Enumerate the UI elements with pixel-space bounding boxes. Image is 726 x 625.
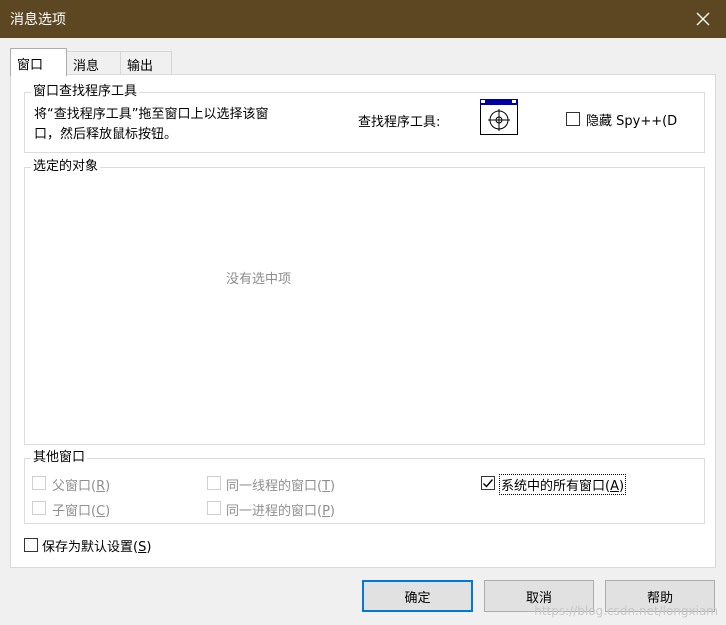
other-windows-label: 其他窗口: [31, 450, 88, 466]
same-thread-checkbox[interactable]: [207, 476, 221, 490]
child-window-checkbox[interactable]: [32, 501, 46, 515]
finder-instructions: 将“查找程序工具”拖至窗口上以选择该窗 口，然后释放鼠标按钮。: [34, 105, 268, 145]
hide-spy-label: 隐藏 Spy++(D: [586, 114, 678, 129]
finder-group-label: 窗口查找程序工具: [31, 84, 140, 100]
title-bar: 消息选项: [0, 0, 726, 38]
all-system-windows-label: 系统中的所有窗口(A): [499, 474, 627, 495]
empty-selection-text: 没有选中项: [226, 272, 292, 287]
watermark: https://blog.csdn.net/longxiam: [534, 604, 718, 618]
finder-instructions-line1: 将“查找程序工具”拖至窗口上以选择该窗: [34, 107, 269, 122]
finder-group: 窗口查找程序工具 将“查找程序工具”拖至窗口上以选择该窗 口，然后释放鼠标按钮。…: [24, 84, 705, 153]
selected-object-label: 选定的对象: [31, 159, 101, 175]
finder-tool-label: 查找程序工具:: [358, 115, 441, 130]
child-window-label: 子窗口(C): [52, 504, 111, 519]
tab-output-label: 输出: [127, 59, 154, 74]
all-system-windows-checkbox[interactable]: [481, 476, 495, 490]
checkmark-icon: [483, 479, 494, 488]
tab-window[interactable]: 窗口: [10, 48, 67, 76]
finder-instructions-line2: 口，然后释放鼠标按钮。: [34, 127, 178, 142]
same-process-label: 同一进程的窗口(P): [226, 504, 335, 519]
tab-panel: 窗口查找程序工具 将“查找程序工具”拖至窗口上以选择该窗 口，然后释放鼠标按钮。…: [10, 74, 716, 568]
other-windows-group: 其他窗口 父窗口(R) 子窗口(C) 同一线程的窗口(T) 同一进程的窗口(P)…: [24, 450, 705, 524]
hide-spy-checkbox[interactable]: [566, 112, 580, 126]
close-icon: [696, 12, 710, 26]
tab-messages[interactable]: 消息: [66, 51, 121, 75]
same-process-checkbox[interactable]: [207, 501, 221, 515]
selected-object-group: 选定的对象 没有选中项: [24, 159, 705, 445]
same-thread-label: 同一线程的窗口(T): [226, 479, 336, 494]
finder-tool-icon[interactable]: [480, 99, 518, 135]
close-button[interactable]: [680, 0, 726, 38]
parent-window-label: 父窗口(R): [52, 479, 111, 494]
window-title: 消息选项: [10, 12, 66, 28]
ok-button[interactable]: 确定: [362, 580, 473, 612]
tab-window-label: 窗口: [17, 58, 44, 73]
tab-output[interactable]: 输出: [120, 51, 172, 75]
parent-window-checkbox[interactable]: [32, 476, 46, 490]
save-default-label: 保存为默认设置(S): [42, 540, 152, 555]
save-default-checkbox[interactable]: [24, 538, 38, 552]
tab-messages-label: 消息: [73, 59, 100, 74]
